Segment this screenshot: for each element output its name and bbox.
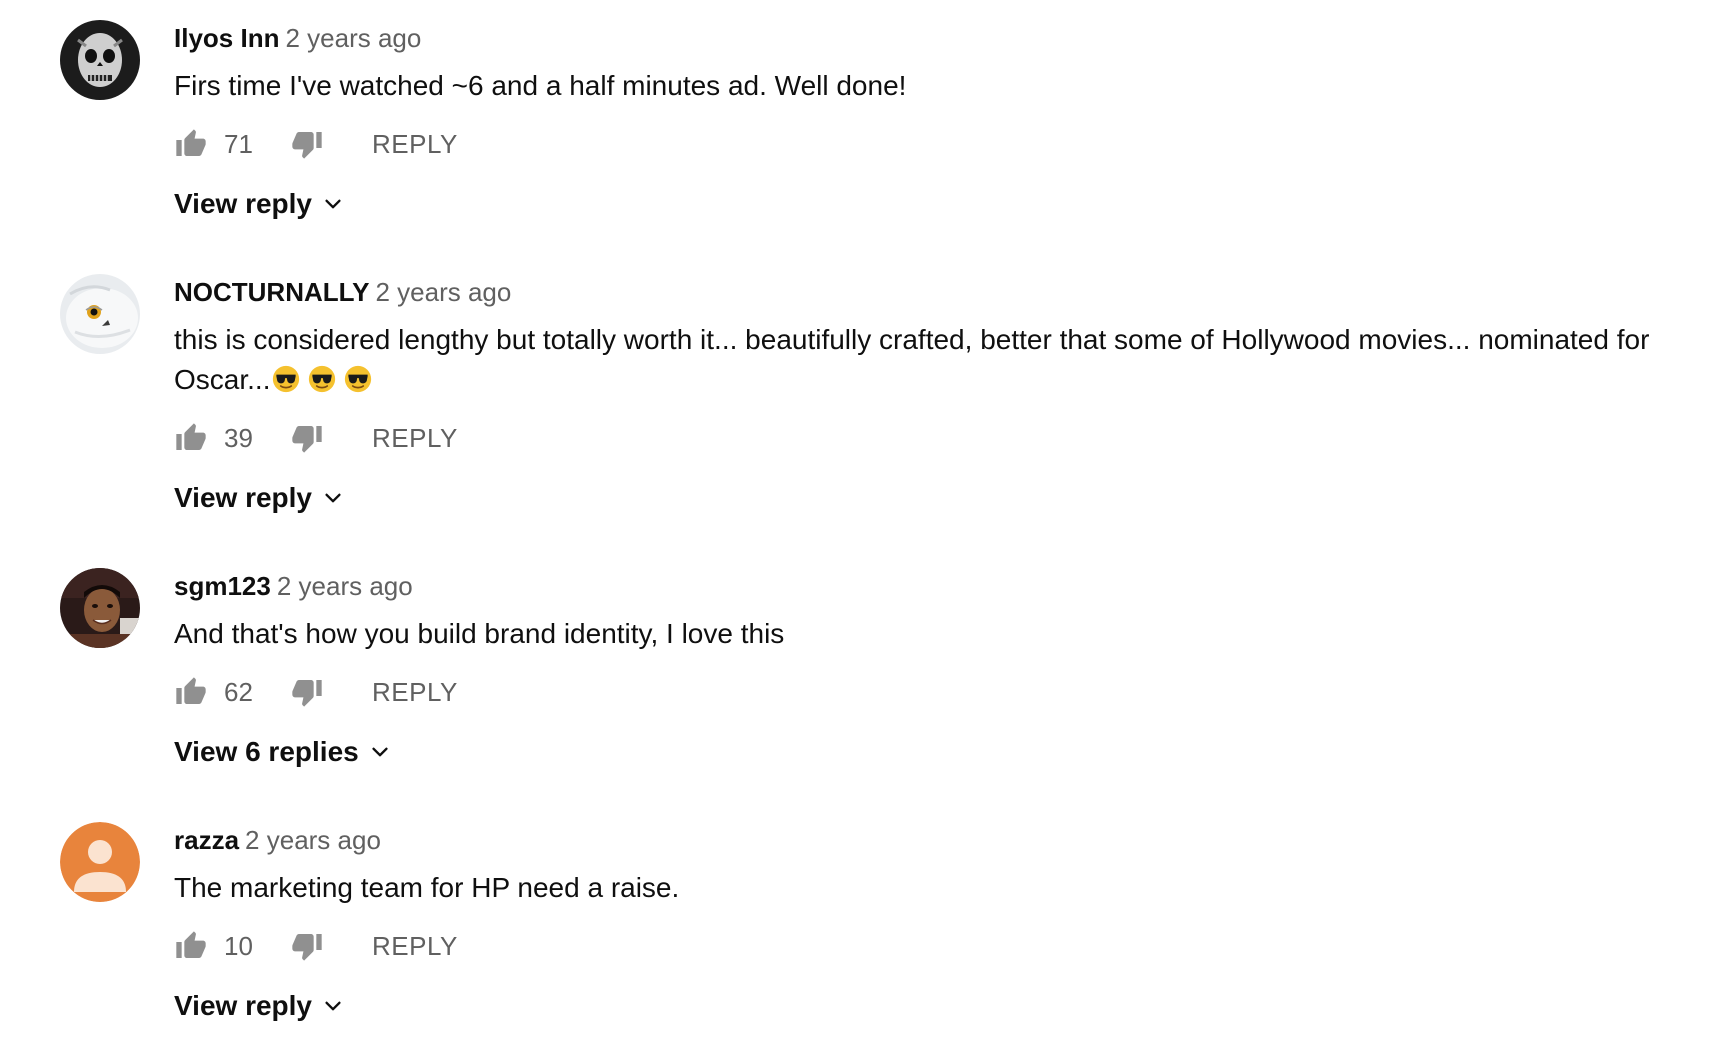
comment-timestamp[interactable]: 2 years ago bbox=[277, 571, 413, 601]
person-photo-avatar[interactable] bbox=[60, 568, 140, 648]
comment-author[interactable]: NOCTURNALLY bbox=[174, 277, 369, 307]
like-count: 62 bbox=[224, 676, 253, 707]
view-replies-label: View reply bbox=[174, 188, 313, 219]
chevron-down-icon bbox=[322, 995, 344, 1017]
comment-actions: 71 REPLY bbox=[174, 124, 1688, 164]
dislike-icon[interactable] bbox=[290, 421, 324, 455]
comment-actions: 39 REPLY bbox=[174, 418, 1688, 458]
reply-button[interactable]: REPLY bbox=[372, 931, 458, 962]
sunglasses-emoji-icon bbox=[272, 365, 300, 393]
comment-timestamp[interactable]: 2 years ago bbox=[285, 23, 421, 53]
reply-button[interactable]: REPLY bbox=[372, 423, 458, 454]
sunglasses-emoji-icon bbox=[308, 365, 336, 393]
comment-text: The marketing team for HP need a raise. bbox=[174, 872, 680, 903]
comment-actions: 62 REPLY bbox=[174, 672, 1688, 712]
like-icon[interactable] bbox=[174, 675, 208, 709]
dislike-icon[interactable] bbox=[290, 675, 324, 709]
view-replies-button[interactable]: View 6 replies bbox=[174, 732, 391, 772]
sunglasses-emoji-icon bbox=[344, 365, 372, 393]
comment-timestamp[interactable]: 2 years ago bbox=[375, 277, 511, 307]
view-replies-label: View reply bbox=[174, 482, 313, 513]
dislike-icon[interactable] bbox=[290, 127, 324, 161]
comment-text-line: this is considered lengthy but totally w… bbox=[174, 324, 1650, 355]
view-replies-button[interactable]: View reply bbox=[174, 184, 344, 224]
default-person-avatar[interactable] bbox=[60, 822, 140, 902]
comment-text: Firs time I've watched ~6 and a half min… bbox=[174, 70, 907, 101]
chevron-down-icon bbox=[322, 193, 344, 215]
like-count: 71 bbox=[224, 128, 253, 159]
comment-text: this is considered lengthy but totally w… bbox=[174, 320, 1688, 400]
comment-actions: 10 REPLY bbox=[174, 926, 1688, 966]
comment-text-line: Oscar... bbox=[174, 360, 1688, 400]
reply-button[interactable]: REPLY bbox=[372, 677, 458, 708]
chevron-down-icon bbox=[322, 487, 344, 509]
comment-author[interactable]: Ilyos Inn bbox=[174, 23, 279, 53]
owl-avatar[interactable] bbox=[60, 274, 140, 354]
skull-mask-avatar[interactable] bbox=[60, 20, 140, 100]
like-count: 10 bbox=[224, 930, 253, 961]
view-replies-label: View reply bbox=[174, 990, 313, 1021]
dislike-icon[interactable] bbox=[290, 929, 324, 963]
chevron-down-icon bbox=[369, 741, 391, 763]
comment-author[interactable]: sgm123 bbox=[174, 571, 271, 601]
comment-text: And that's how you build brand identity,… bbox=[174, 618, 785, 649]
view-replies-label: View 6 replies bbox=[174, 736, 359, 767]
reply-button[interactable]: REPLY bbox=[372, 129, 458, 160]
like-count: 39 bbox=[224, 422, 253, 453]
view-replies-button[interactable]: View reply bbox=[174, 986, 344, 1026]
like-icon[interactable] bbox=[174, 127, 208, 161]
like-icon[interactable] bbox=[174, 929, 208, 963]
comment-author[interactable]: razza bbox=[174, 825, 239, 855]
comment-text-tail: Oscar... bbox=[174, 364, 271, 395]
like-icon[interactable] bbox=[174, 421, 208, 455]
view-replies-button[interactable]: View reply bbox=[174, 478, 344, 518]
comment-timestamp[interactable]: 2 years ago bbox=[245, 825, 381, 855]
